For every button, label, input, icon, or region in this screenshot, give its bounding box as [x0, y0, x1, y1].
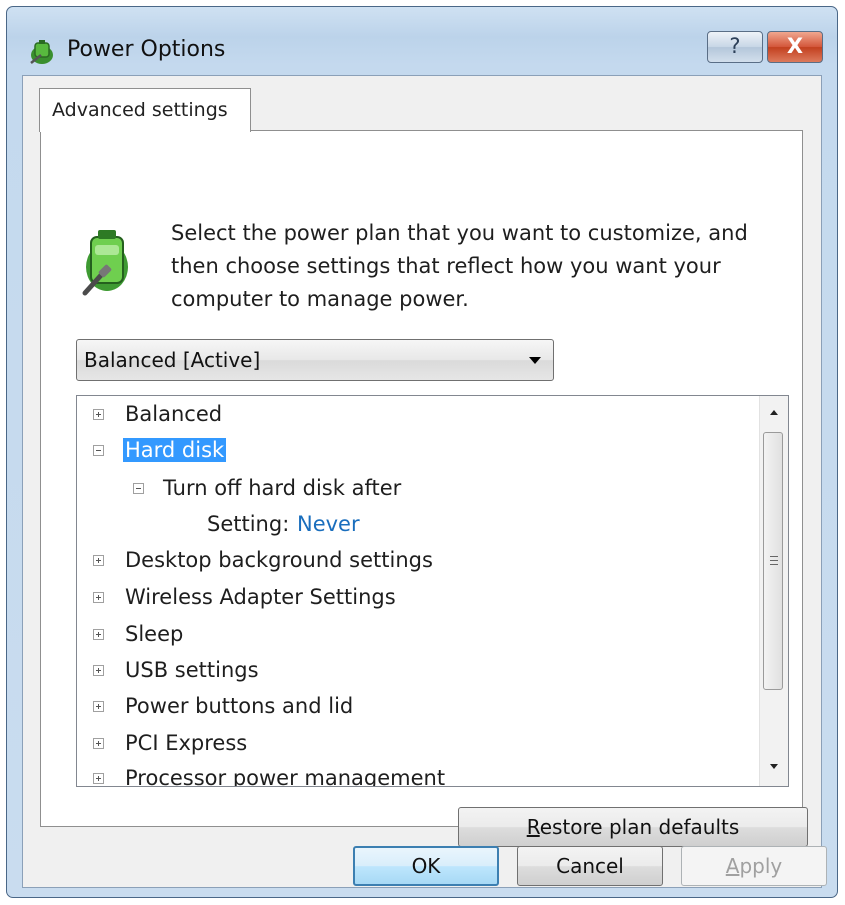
collapse-icon[interactable] — [93, 445, 104, 456]
button-label: estore plan defaults — [539, 815, 740, 839]
scroll-up-icon[interactable] — [770, 410, 778, 415]
tree-item-label: Wireless Adapter Settings — [125, 585, 396, 609]
tab-label: Advanced settings — [52, 99, 228, 121]
tree-item-label: Sleep — [125, 622, 184, 646]
tree-item-label: USB settings — [125, 658, 259, 682]
collapse-icon[interactable] — [133, 483, 144, 494]
setting-value-link[interactable]: Never — [297, 512, 360, 536]
advanced-settings-panel: Select the power plan that you want to c… — [40, 130, 808, 847]
expand-icon[interactable] — [93, 629, 104, 640]
restore-plan-defaults-button[interactable]: Restore plan defaults — [458, 807, 808, 847]
expand-icon[interactable] — [93, 701, 104, 712]
tree-item-label: PCI Express — [125, 731, 248, 755]
tree-item-label: Power buttons and lid — [125, 694, 354, 718]
battery-plug-icon — [82, 230, 128, 296]
expand-icon[interactable] — [93, 409, 104, 420]
tree-item-label: Turn off hard disk after — [163, 476, 402, 500]
power-options-window: Power Options ? X Advanced settings Sele… — [6, 6, 838, 898]
tree-item-label: Processor power management — [125, 766, 446, 787]
tree-item-label: Desktop background settings — [125, 548, 433, 572]
window-title: Power Options — [67, 37, 226, 62]
close-button[interactable]: X — [767, 31, 823, 63]
dropdown-arrow-icon — [529, 357, 541, 364]
scroll-down-icon[interactable] — [770, 764, 778, 769]
vertical-scrollbar[interactable] — [759, 396, 788, 786]
grip-line — [770, 564, 778, 565]
expand-icon[interactable] — [93, 773, 104, 784]
dialog-client-area: Advanced settings Select the power plan … — [22, 75, 827, 888]
button-label: pply — [739, 854, 783, 878]
settings-tree[interactable]: Balanced Hard disk Turn off hard disk af… — [76, 395, 789, 787]
tree-item-label: Hard disk — [123, 438, 227, 462]
expand-icon[interactable] — [93, 665, 104, 676]
ok-button[interactable]: OK — [353, 846, 499, 886]
help-button[interactable]: ? — [707, 31, 763, 63]
apply-button[interactable]: Apply — [681, 846, 827, 886]
title-bar[interactable]: Power Options ? X — [7, 7, 837, 77]
close-icon: X — [786, 34, 804, 58]
intro-text: Select the power plan that you want to c… — [171, 221, 748, 311]
power-options-icon — [30, 40, 53, 64]
grip-line — [770, 556, 778, 557]
help-icon: ? — [729, 34, 741, 58]
setting-label: Setting: — [207, 512, 290, 536]
scrollbar-thumb[interactable] — [763, 432, 783, 690]
tab-advanced-settings[interactable]: Advanced settings — [39, 88, 251, 132]
tree-item-label: Balanced — [125, 402, 223, 426]
access-key: R — [526, 815, 540, 839]
power-plan-dropdown[interactable]: Balanced [Active] — [76, 339, 554, 381]
expand-icon[interactable] — [93, 592, 104, 603]
access-key: A — [725, 854, 740, 878]
expand-icon[interactable] — [93, 738, 104, 749]
grip-line — [770, 560, 778, 561]
expand-icon[interactable] — [93, 555, 104, 566]
dropdown-selected-value: Balanced [Active] — [84, 348, 261, 372]
cancel-button[interactable]: Cancel — [517, 846, 663, 886]
